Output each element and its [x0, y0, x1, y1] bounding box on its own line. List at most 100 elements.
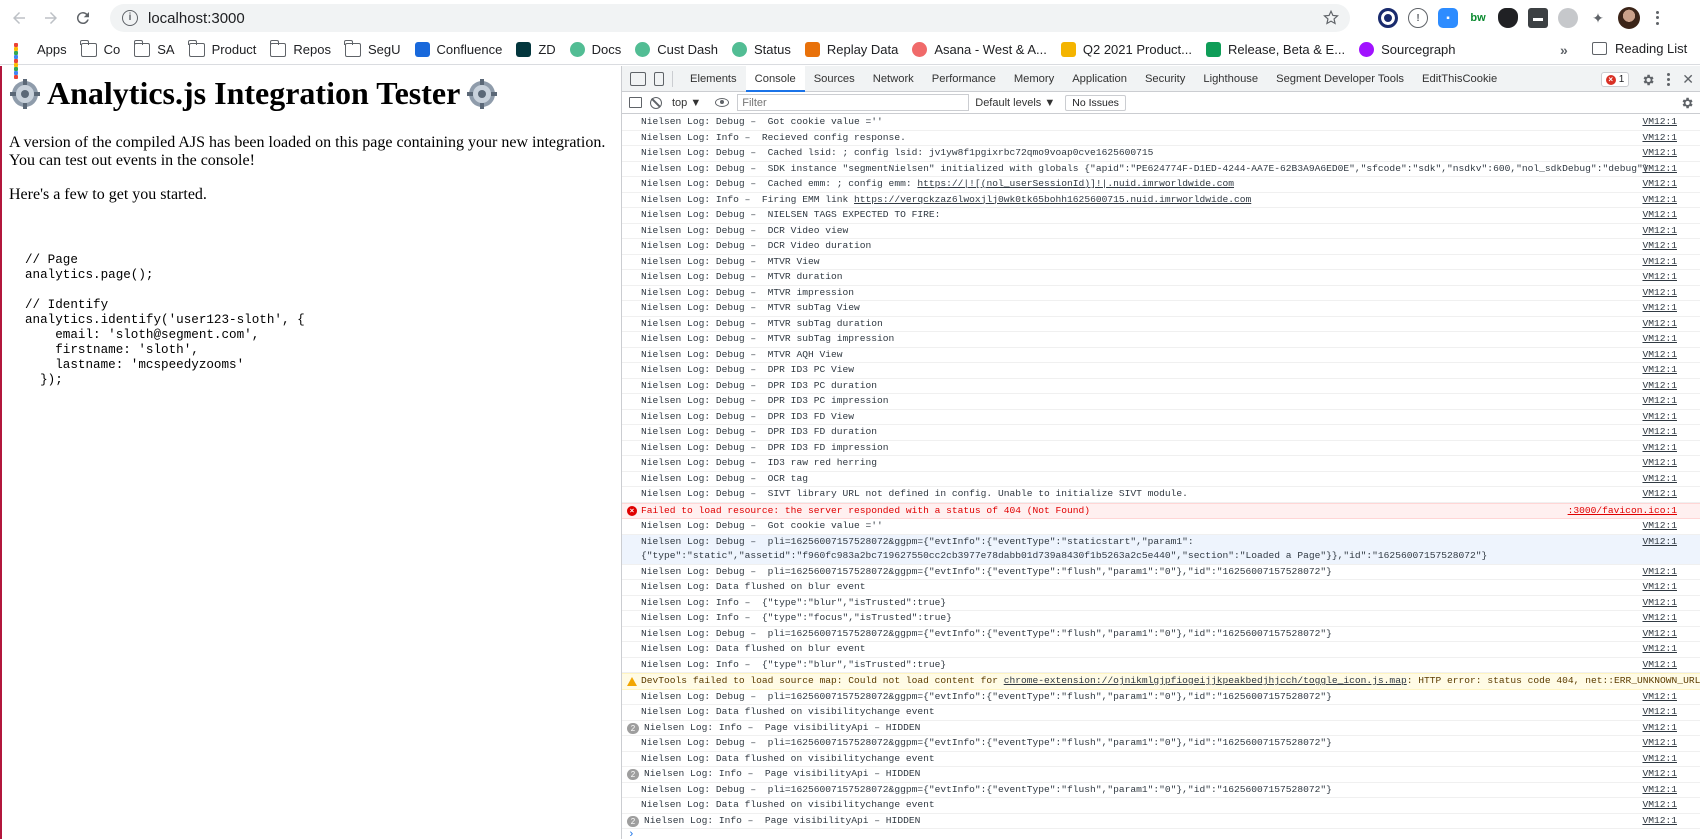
source-link[interactable]: VM12:1 — [1642, 627, 1677, 642]
source-link[interactable]: VM12:1 — [1642, 642, 1677, 657]
extension-1password-icon[interactable] — [1378, 8, 1398, 28]
close-devtools-icon[interactable]: ✕ — [1682, 71, 1694, 88]
devtools-settings-gear-icon[interactable] — [1641, 73, 1655, 87]
log-levels-dropdown[interactable]: Default levels ▼ — [975, 97, 1055, 109]
devtools-tab-console[interactable]: Console — [745, 65, 805, 92]
console-filter-input[interactable] — [737, 94, 970, 111]
devtools-tab-security[interactable]: Security — [1136, 66, 1194, 92]
bookmark-item[interactable]: Confluence — [414, 42, 502, 57]
devtools-tab-segment-developer-tools[interactable]: Segment Developer Tools — [1267, 66, 1413, 92]
source-link[interactable]: VM12:1 — [1642, 565, 1677, 580]
source-link[interactable]: VM12:1 — [1642, 208, 1677, 223]
source-link[interactable]: VM12:1 — [1642, 441, 1677, 456]
source-link[interactable]: VM12:1 — [1642, 317, 1677, 332]
reading-list-button[interactable]: Reading List — [1592, 41, 1687, 56]
source-link[interactable]: VM12:1 — [1642, 798, 1677, 813]
bookmark-star-icon[interactable] — [1322, 9, 1340, 27]
extension-zoom-icon[interactable]: ▪ — [1438, 8, 1458, 28]
source-link[interactable]: VM12:1 — [1642, 239, 1677, 254]
bookmark-item[interactable]: Product — [188, 39, 256, 57]
source-link[interactable]: VM12:1 — [1642, 131, 1677, 146]
devtools-tab-lighthouse[interactable]: Lighthouse — [1194, 66, 1267, 92]
source-link[interactable]: VM12:1 — [1642, 752, 1677, 767]
source-link[interactable]: VM12:1 — [1642, 286, 1677, 301]
address-bar[interactable]: i — [110, 4, 1350, 32]
bookmark-item[interactable]: Repos — [269, 39, 331, 57]
bookmark-item[interactable]: Status — [731, 42, 791, 57]
bookmark-item[interactable]: Docs — [569, 42, 621, 57]
devtools-tab-performance[interactable]: Performance — [923, 66, 1005, 92]
source-link[interactable]: VM12:1 — [1642, 379, 1677, 394]
bookmark-item[interactable]: Sourcegraph — [1359, 42, 1456, 57]
source-link[interactable]: VM12:1 — [1642, 596, 1677, 611]
source-link[interactable]: VM12:1 — [1642, 767, 1677, 782]
extension-devtools-icon[interactable]: ▬ — [1528, 8, 1548, 28]
browser-menu-icon[interactable] — [1650, 8, 1664, 28]
device-toolbar-icon[interactable] — [654, 71, 664, 86]
source-link[interactable]: VM12:1 — [1642, 115, 1677, 130]
source-link[interactable]: VM12:1 — [1642, 177, 1677, 192]
bookmark-item[interactable]: Apps — [14, 42, 67, 79]
source-link[interactable]: VM12:1 — [1642, 690, 1677, 705]
source-link[interactable]: VM12:1 — [1642, 363, 1677, 378]
source-link[interactable]: VM12:1 — [1642, 535, 1677, 550]
bookmark-item[interactable]: Q2 2021 Product... — [1060, 42, 1192, 57]
url-input[interactable] — [148, 9, 1148, 27]
console-link[interactable]: chrome-extension://ojnikmlgjpfiogeijjkpe… — [1004, 675, 1407, 686]
source-link[interactable]: VM12:1 — [1642, 146, 1677, 161]
profile-avatar[interactable] — [1618, 7, 1640, 29]
source-link[interactable]: VM12:1 — [1642, 162, 1677, 177]
source-link[interactable]: VM12:1 — [1642, 332, 1677, 347]
devtools-tab-elements[interactable]: Elements — [681, 66, 746, 92]
source-link[interactable]: VM12:1 — [1642, 425, 1677, 440]
source-link[interactable]: VM12:1 — [1642, 255, 1677, 270]
console-link[interactable]: https://verqckzaz6lwoxjlj0wk0tk65bohh162… — [854, 194, 1251, 205]
source-link[interactable]: VM12:1 — [1642, 580, 1677, 595]
bookmark-item[interactable]: ZD — [516, 42, 556, 57]
devtools-tab-memory[interactable]: Memory — [1005, 66, 1063, 92]
console-link[interactable]: https://|![(nol_userSessionId)]!|.nuid.i… — [917, 178, 1234, 189]
bookmark-item[interactable]: SA — [133, 39, 175, 57]
source-link[interactable]: VM12:1 — [1642, 814, 1677, 829]
bookmark-item[interactable]: SegU — [344, 39, 401, 57]
source-link[interactable]: VM12:1 — [1642, 736, 1677, 751]
live-expression-eye-icon[interactable] — [715, 98, 730, 107]
bookmark-item[interactable]: Cust Dash — [635, 42, 718, 57]
extension-info-icon[interactable]: ! — [1408, 8, 1428, 28]
error-count-badge[interactable]: × 1 — [1600, 72, 1630, 87]
source-link[interactable]: VM12:1 — [1642, 270, 1677, 285]
bookmarks-overflow-button[interactable]: » — [1560, 42, 1568, 58]
context-selector[interactable]: top ▼ — [672, 97, 701, 109]
site-info-icon[interactable]: i — [122, 10, 138, 26]
source-link[interactable]: VM12:1 — [1642, 783, 1677, 798]
bookmark-item[interactable]: Asana - West & A... — [912, 42, 1047, 57]
source-link[interactable]: :3000/favicon.ico:1 — [1568, 504, 1677, 519]
source-link[interactable]: VM12:1 — [1642, 224, 1677, 239]
devtools-tab-editthiscookie[interactable]: EditThisCookie — [1413, 66, 1506, 92]
source-link[interactable]: VM12:1 — [1642, 301, 1677, 316]
source-link[interactable]: VM12:1 — [1642, 456, 1677, 471]
devtools-menu-icon[interactable] — [1667, 73, 1671, 86]
console-prompt[interactable]: › — [628, 829, 635, 839]
source-link[interactable]: VM12:1 — [1642, 705, 1677, 720]
devtools-tab-application[interactable]: Application — [1063, 66, 1136, 92]
console-settings-gear-icon[interactable] — [1680, 96, 1694, 110]
back-button[interactable] — [6, 5, 32, 31]
extension-cloud-icon[interactable] — [1498, 8, 1518, 28]
source-link[interactable]: VM12:1 — [1642, 348, 1677, 363]
devtools-tab-sources[interactable]: Sources — [805, 66, 864, 92]
extension-gear-icon[interactable] — [1558, 8, 1578, 28]
source-link[interactable]: VM12:1 — [1642, 394, 1677, 409]
source-link[interactable]: VM12:1 — [1642, 658, 1677, 673]
clear-console-icon[interactable] — [650, 96, 662, 109]
reload-button[interactable] — [70, 5, 96, 31]
bookmark-item[interactable]: Release, Beta & E... — [1206, 42, 1345, 57]
extension-bw-icon[interactable]: bw — [1468, 8, 1488, 28]
forward-button[interactable] — [38, 5, 64, 31]
source-link[interactable]: VM12:1 — [1642, 410, 1677, 425]
extensions-puzzle-icon[interactable]: ✦ — [1588, 8, 1608, 28]
issues-button[interactable]: No Issues — [1065, 94, 1126, 111]
devtools-tab-network[interactable]: Network — [864, 66, 923, 92]
bookmark-item[interactable]: Co — [80, 39, 120, 57]
source-link[interactable]: VM12:1 — [1642, 519, 1677, 534]
